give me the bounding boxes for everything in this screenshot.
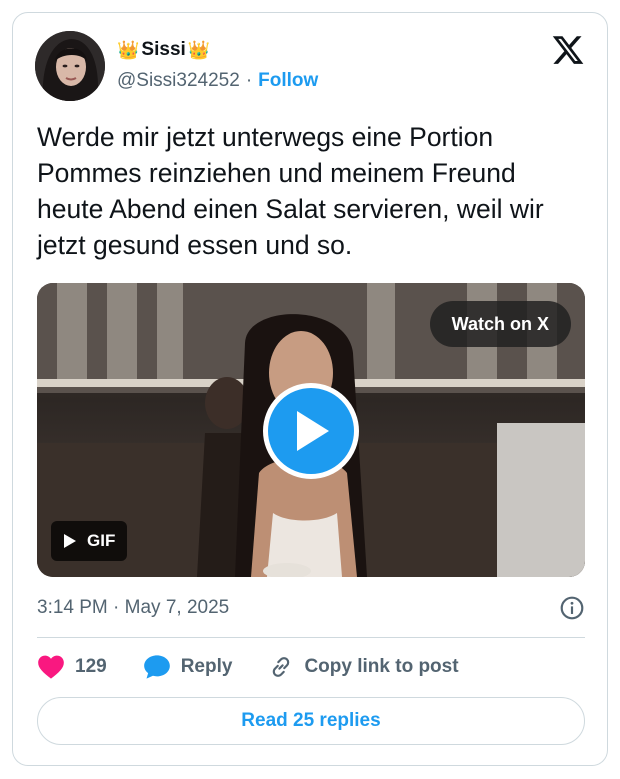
author-name[interactable]: 👑 Sissi 👑: [117, 37, 210, 63]
avatar[interactable]: [35, 31, 105, 101]
gif-label: GIF: [87, 531, 116, 550]
info-icon[interactable]: [559, 595, 585, 621]
heart-icon: [38, 655, 64, 679]
separator-dot: ·: [245, 70, 253, 91]
author-handle[interactable]: @Sissi324252: [117, 70, 240, 92]
read-replies-button[interactable]: Read 25 replies: [37, 697, 585, 745]
action-bar: 129 Reply Copy link to post: [37, 649, 495, 685]
play-button[interactable]: [263, 383, 359, 479]
link-icon: [273, 657, 290, 677]
timestamp[interactable]: 3:14 PM · May 7, 2025: [37, 597, 229, 619]
play-small-icon: [64, 534, 76, 548]
gif-media[interactable]: Watch on X GIF: [37, 283, 585, 577]
reply-bubble-icon: [143, 655, 170, 679]
like-count: 129: [75, 656, 107, 677]
crown-emoji-right: 👑: [187, 40, 211, 60]
divider: [37, 637, 585, 638]
reply-button[interactable]: Reply: [143, 654, 233, 680]
handle-row: @Sissi324252 · Follow: [117, 70, 318, 92]
display-name[interactable]: Sissi: [141, 39, 185, 61]
follow-button[interactable]: Follow: [258, 70, 318, 92]
crown-emoji-left: 👑: [117, 40, 140, 60]
gif-badge: GIF: [51, 521, 128, 561]
x-logo-icon[interactable]: [551, 33, 585, 67]
meta-row: 3:14 PM · May 7, 2025: [37, 593, 585, 623]
play-icon: [297, 411, 329, 451]
avatar-image: [35, 31, 105, 101]
like-button[interactable]: 129: [37, 654, 107, 680]
tweet-text: Werde mir jetzt unterwegs eine Portion P…: [37, 122, 544, 260]
watch-on-x-button[interactable]: Watch on X: [429, 301, 571, 347]
tweet-card: 👑 Sissi 👑 @Sissi324252 · Follow Werde mi…: [12, 12, 608, 766]
copy-link-label: Copy link to post: [304, 656, 459, 677]
copy-link-button[interactable]: Copy link to post: [268, 654, 459, 680]
reply-label: Reply: [180, 656, 233, 677]
